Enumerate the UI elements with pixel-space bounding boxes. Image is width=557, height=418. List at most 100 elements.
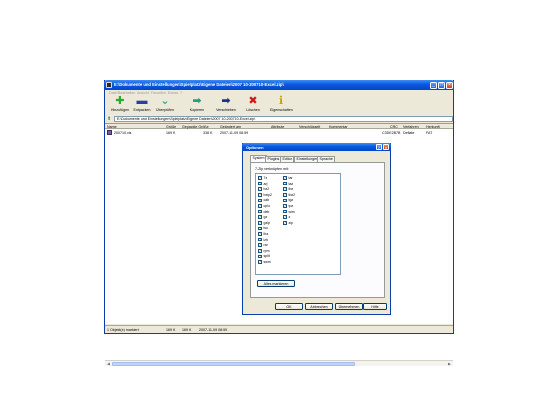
column-header-comment[interactable]: Kommentar [329,125,348,129]
scroll-left-icon[interactable]: ◀ [106,362,111,367]
column-header-name[interactable]: Name [107,125,117,129]
system-tab-panel: 7-Zip verknüpfen mit: ✓ 7z ✓ arj ✓ bz2 ✓ bzip2 ✓… [250,162,385,298]
checkbox-checked-icon[interactable]: ✓ [258,209,262,214]
column-header-encrypted[interactable]: Verschlüsselt [299,125,320,129]
extension-label: tar [288,176,293,180]
menu-help[interactable]: ? [180,91,182,95]
checkbox-checked-icon[interactable]: ✓ [258,187,262,192]
file-packed-size: 338 K [203,130,213,135]
cancel-button[interactable]: Abbrechen [305,303,333,310]
checkbox-checked-icon[interactable]: ✓ [283,209,287,214]
extension-label: gzip [263,220,270,225]
window-title: E:\Dokumente und Einstellungen\Spielplat… [114,82,284,87]
extension-label: rar [263,243,268,248]
column-header-packed-size[interactable]: Gepackte Größe [182,125,209,129]
ok-button[interactable]: OK [275,303,303,310]
checkbox-checked-icon[interactable]: ✓ [283,198,287,203]
test-button[interactable]: ⌄ Überprüfen [154,95,176,115]
app-icon [106,82,112,88]
extension-label: wim [288,209,295,214]
arrow-right-blue-icon: ➡ [221,95,231,107]
close-icon[interactable]: × [383,144,389,150]
help-icon[interactable]: ? [376,144,382,150]
properties-button-label: Eigenschaften [270,108,293,112]
folder-up-icon[interactable]: ⬆ [107,116,111,122]
checkbox-checked-icon[interactable]: ✓ [258,249,262,253]
column-header-attributes[interactable]: Attribute [271,125,284,129]
association-label: 7-Zip verknüpfen mit: [255,167,289,171]
menu-edit[interactable]: Bearbeiten [118,91,135,95]
copy-button-label: Kopieren [189,108,205,112]
delete-x-icon: ✖ [248,95,258,107]
move-button-label: Verschieben [216,108,236,112]
scroll-thumb[interactable] [112,362,355,366]
column-header-origin[interactable]: Herkunft [426,125,440,129]
menu-favorites[interactable]: Favoriten [151,91,166,95]
test-button-label: Überprüfen [156,108,174,112]
file-size: 169 K [166,130,176,135]
column-header-method[interactable]: Verfahren [403,125,419,129]
close-window-button[interactable]: × [446,81,453,89]
checkbox-checked-icon[interactable]: ✓ [283,204,287,208]
move-button[interactable]: ➡ Verschieben [215,95,237,115]
address-input[interactable]: E:\Dokumente und Einstellungen\Spielplat… [114,116,453,122]
extension-label: tgz [288,198,294,203]
help-button[interactable]: Hilfe [363,303,387,310]
checkbox-checked-icon[interactable]: ✓ [283,187,287,192]
checkbox-checked-icon[interactable]: ✓ [258,254,262,259]
add-button[interactable]: ✚ Hinzufügen [109,95,131,115]
column-header-crc[interactable]: CRC [390,125,398,129]
minimize-button[interactable]: _ [430,81,437,89]
extension-label: 7z [263,176,268,180]
extension-label: zip [288,220,293,225]
excel-file-icon [107,130,112,135]
menu-view[interactable]: Ansicht [137,91,149,95]
checkbox-checked-icon[interactable]: ✓ [258,204,262,208]
checkbox-checked-icon[interactable]: ✓ [258,226,262,231]
plus-icon: ✚ [115,95,125,107]
dialog-title-bar[interactable]: Optionen ? × [242,143,391,151]
file-crc: C3DE2B7B [382,130,401,135]
info-icon: ℹ [278,95,284,107]
checkbox-checked-icon[interactable]: ✓ [258,237,262,242]
checkbox-checked-icon[interactable]: ✓ [283,181,287,186]
menu-tools[interactable]: Extras [168,91,178,95]
toolbar: ✚ Hinzufügen ▬ Entpacken ⌄ Überprüfen ➡ … [105,95,453,115]
status-size: 169 K [166,328,176,332]
file-modified: 2007-11-09 08:59 [220,130,249,135]
extension-list[interactable]: ✓ 7z ✓ arj ✓ bz2 ✓ bzip2 ✓ cab ✓ cpio ✓ deb ✓ gz ✓ gzip ✓ i… [255,173,341,275]
menu-file[interactable]: Datei [109,91,117,95]
checkbox-checked-icon[interactable]: ✓ [258,193,262,197]
table-row[interactable]: 200710.xls 169 K 338 K 2007-11-09 08:59 … [105,130,453,135]
check-icon: ⌄ [160,95,170,107]
checkbox-checked-icon[interactable]: ✓ [283,215,287,220]
checkbox-checked-icon[interactable]: ✓ [283,176,287,180]
apply-button[interactable]: Übernehmen [335,303,363,310]
maximize-button[interactable]: □ [438,81,445,89]
column-header-size[interactable]: Größe [166,125,176,129]
delete-button-label: Löschen [246,108,260,112]
checkbox-checked-icon[interactable]: ✓ [258,232,262,236]
checkbox-checked-icon[interactable]: ✓ [258,198,262,203]
checkbox-checked-icon[interactable]: ✓ [258,243,262,248]
delete-button[interactable]: ✖ Löschen [242,95,264,115]
extension-label: z [288,215,291,220]
extension-label: bzip2 [263,192,272,197]
checkbox-checked-icon[interactable]: ✓ [283,193,287,197]
extension-label: gz [263,215,268,220]
extract-button[interactable]: ▬ Entpacken [131,95,153,115]
checkbox-checked-icon[interactable]: ✓ [258,181,262,186]
copy-button[interactable]: ➡ Kopieren [186,95,208,115]
checkbox-checked-icon[interactable]: ✓ [258,221,262,225]
checkbox-checked-icon[interactable]: ✓ [283,221,287,225]
checkbox-checked-icon[interactable]: ✓ [258,176,262,180]
select-all-button[interactable]: Alles markieren [257,280,295,287]
checkbox-checked-icon[interactable]: ✓ [258,215,262,220]
horizontal-scrollbar[interactable]: ◀ ▶ [105,360,453,366]
column-header-modified[interactable]: Geändert am [220,125,241,129]
properties-button[interactable]: ℹ Eigenschaften [270,95,293,115]
title-bar[interactable]: E:\Dokumente und Einstellungen\Spielplat… [104,80,454,90]
file-name: 200710.xls [114,130,132,135]
scroll-right-icon[interactable]: ▶ [447,362,452,367]
checkbox-checked-icon[interactable]: ✓ [258,260,262,264]
